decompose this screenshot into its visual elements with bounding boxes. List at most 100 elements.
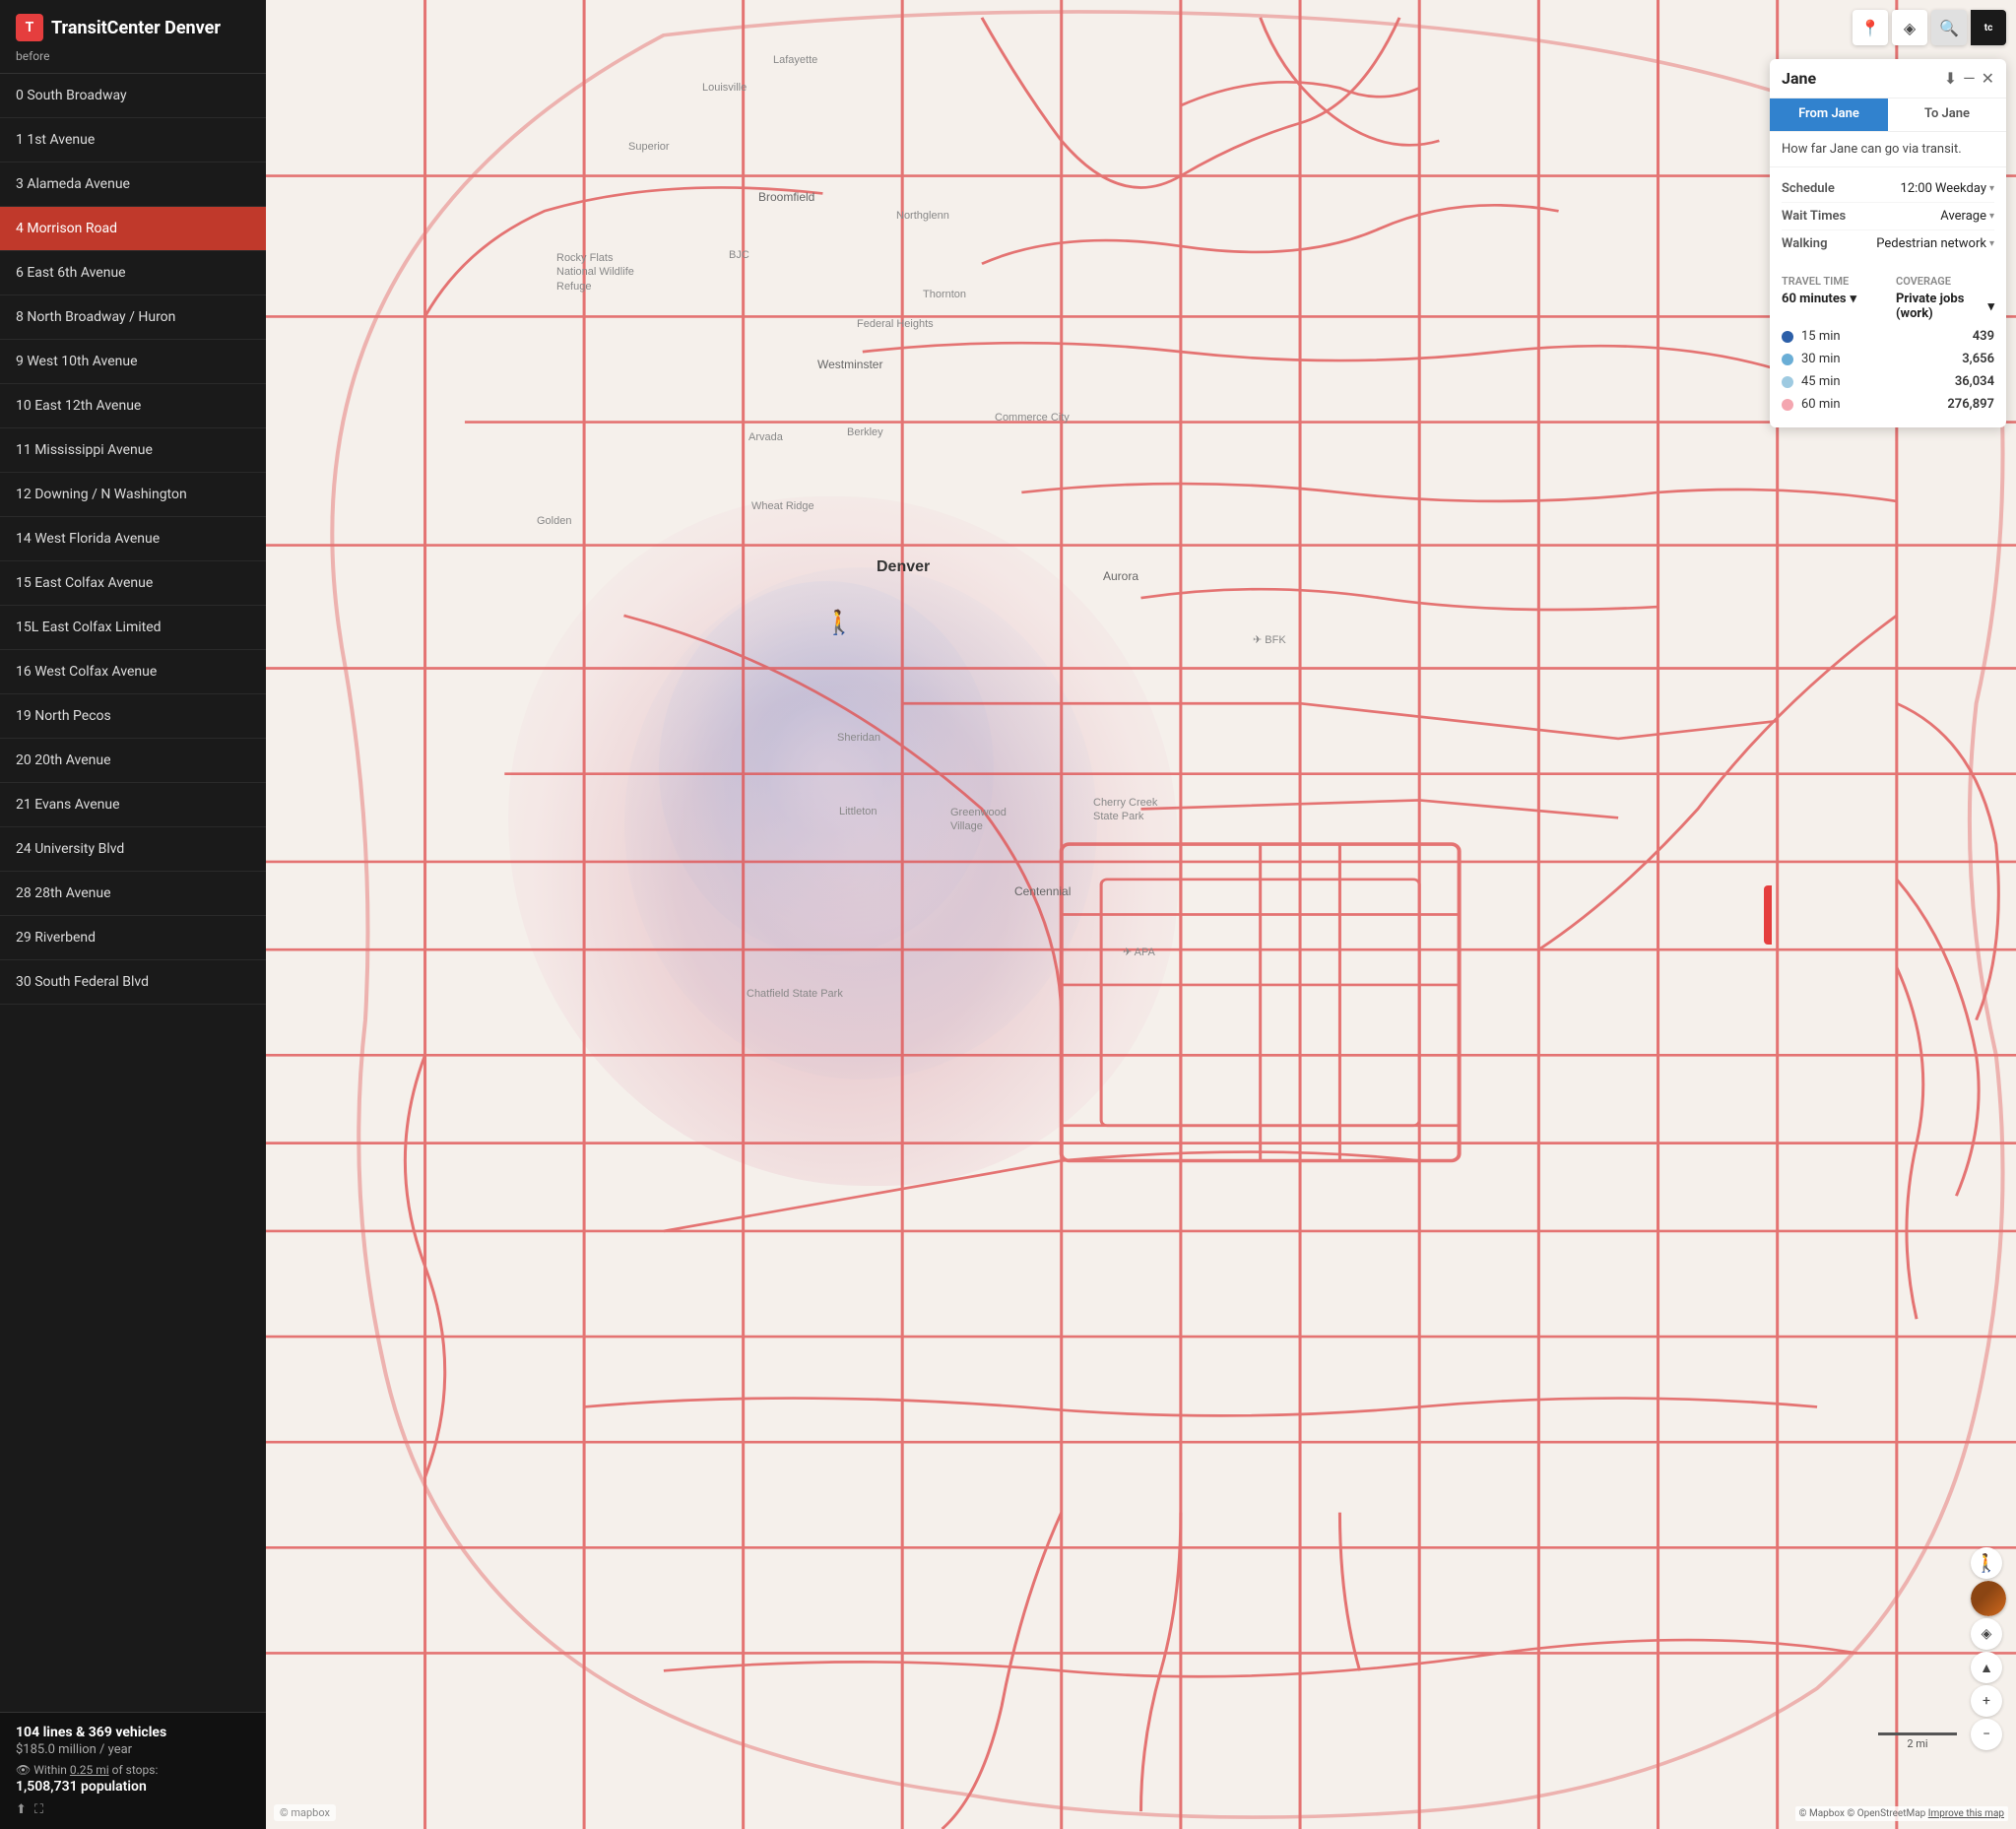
label-federal-heights: Federal Heights (857, 318, 934, 330)
label-commerce-city: Commerce City (995, 412, 1070, 424)
travel-time-value[interactable]: 60 minutes ▾ (1782, 292, 1880, 306)
scale-bar-text: 2 mi (1907, 1737, 1927, 1750)
download-icon[interactable]: ⬇ (1944, 69, 1957, 88)
route-item-15[interactable]: 15 East Colfax Avenue (0, 561, 266, 606)
label-arvada: Arvada (748, 431, 783, 443)
iso-label: 45 min (1801, 374, 1947, 389)
route-item-21[interactable]: 21 Evans Avenue (0, 783, 266, 827)
label-superior: Superior (628, 141, 670, 153)
zoom-out-btn[interactable]: − (1971, 1719, 2002, 1750)
to-jane-tab[interactable]: To Jane (1888, 98, 2006, 131)
map-attribution: © Mapbox © OpenStreetMap Improve this ma… (1795, 1806, 2008, 1821)
expand-icon[interactable]: ⛶ (34, 1802, 43, 1817)
label-broomfield: Broomfield (758, 190, 814, 204)
label-chatfield: Chatfield State Park (747, 988, 843, 1000)
location-btn[interactable]: 📍 (1853, 10, 1888, 45)
jane-header-actions: ⬇ — ✕ (1944, 69, 1994, 88)
person-marker: 🚶 (824, 609, 854, 636)
route-item-6[interactable]: 6 East 6th Avenue (0, 251, 266, 295)
label-northglenn: Northglenn (896, 210, 949, 222)
isochrone-row-45min: 45 min 36,034 (1782, 370, 1994, 393)
isochrone-30-overlay (624, 567, 1097, 1079)
from-jane-tab[interactable]: From Jane (1770, 98, 1888, 131)
isochrone-row-15min: 15 min 439 (1782, 325, 1994, 348)
schedule-label: Schedule (1782, 181, 1835, 196)
route-item-11[interactable]: 11 Mississippi Avenue (0, 428, 266, 473)
walking-row: Walking Pedestrian network ▾ (1782, 230, 1994, 257)
route-item-15L[interactable]: 15L East Colfax Limited (0, 606, 266, 650)
route-item-0[interactable]: 0 South Broadway (0, 74, 266, 118)
coverage-value[interactable]: Private jobs (work) ▾ (1896, 292, 1994, 321)
iso-dot (1782, 331, 1793, 343)
map-area[interactable]: Lafayette Louisville Superior Broomfield… (266, 0, 2016, 1829)
app-logo: T TransitCenter Denver (16, 14, 250, 41)
schedule-value[interactable]: 12:00 Weekday ▾ (1901, 181, 1994, 196)
label-littleton: Littleton (839, 806, 878, 817)
close-icon[interactable]: ✕ (1982, 69, 1994, 88)
route-item-8[interactable]: 8 North Broadway / Huron (0, 295, 266, 340)
sidebar-header: T TransitCenter Denver before (0, 0, 266, 74)
label-bjc: BJC (729, 249, 749, 261)
route-item-1[interactable]: 1 1st Avenue (0, 118, 266, 163)
wait-times-label: Wait Times (1782, 209, 1846, 224)
wait-dropdown-arrow: ▾ (1989, 211, 1994, 222)
wait-times-row: Wait Times Average ▾ (1782, 203, 1994, 230)
jane-tabs: From Jane To Jane (1770, 98, 2006, 132)
within-label: 👁 Within 0.25 mi of stops: (16, 1763, 250, 1777)
person-nav-btn[interactable]: 🚶 (1971, 1547, 2002, 1579)
route-item-28[interactable]: 28 28th Avenue (0, 872, 266, 916)
compass-btn[interactable]: ▲ (1971, 1652, 2002, 1683)
coverage-col: COVERAGE Private jobs (work) ▾ (1896, 275, 1994, 321)
layers-nav-btn[interactable]: ◈ (1971, 1618, 2002, 1650)
route-item-16[interactable]: 16 West Colfax Avenue (0, 650, 266, 694)
sidebar-footer: 104 lines & 369 vehicles $185.0 million … (0, 1712, 266, 1829)
coverage-label: COVERAGE (1896, 275, 1994, 288)
label-apa: ✈ APA (1123, 946, 1155, 958)
jane-settings: Schedule 12:00 Weekday ▾ Wait Times Aver… (1770, 167, 2006, 265)
route-item-24[interactable]: 24 University Blvd (0, 827, 266, 872)
lines-vehicles: 104 lines & 369 vehicles (16, 1725, 250, 1740)
map-toolbar: 📍 ◈ 🔍 tc (1853, 10, 2006, 45)
map-nav: 🚶 ◈ ▲ + − (1971, 1547, 2006, 1750)
walking-dropdown-arrow: ▾ (1989, 238, 1994, 249)
tc-logo-btn[interactable]: tc (1971, 10, 2006, 45)
route-item-14[interactable]: 14 West Florida Avenue (0, 517, 266, 561)
iso-dot (1782, 399, 1793, 411)
coverage-arrow: ▾ (1987, 299, 1994, 314)
mapbox-logo: © mapbox (274, 1804, 336, 1821)
eye-icon: 👁 (16, 1763, 31, 1777)
label-sheridan: Sheridan (837, 732, 880, 744)
user-avatar[interactable] (1971, 1581, 2006, 1616)
isochrone-list: 15 min 439 30 min 3,656 45 min 36,034 60… (1770, 325, 2006, 427)
search-btn[interactable]: 🔍 (1931, 10, 1967, 45)
travel-time-label: TRAVEL TIME (1782, 275, 1880, 288)
jane-stats-header: TRAVEL TIME 60 minutes ▾ COVERAGE Privat… (1770, 265, 2006, 325)
route-item-12[interactable]: 12 Downing / N Washington (0, 473, 266, 517)
iso-value: 36,034 (1955, 374, 1994, 389)
route-item-10[interactable]: 10 East 12th Avenue (0, 384, 266, 428)
improve-map-link[interactable]: Improve this map (1928, 1808, 2004, 1819)
label-centennial: Centennial (1014, 884, 1071, 898)
route-item-9[interactable]: 9 West 10th Avenue (0, 340, 266, 384)
layers-btn[interactable]: ◈ (1892, 10, 1927, 45)
route-item-29[interactable]: 29 Riverbend (0, 916, 266, 960)
walking-value[interactable]: Pedestrian network ▾ (1876, 236, 1994, 251)
scale-bar-line (1878, 1732, 1957, 1735)
schedule-dropdown-arrow: ▾ (1989, 183, 1994, 194)
route-item-20[interactable]: 20 20th Avenue (0, 739, 266, 783)
route-item-30[interactable]: 30 South Federal Blvd (0, 960, 266, 1005)
label-denver: Denver (877, 558, 930, 576)
minimize-icon[interactable]: — (1963, 69, 1976, 88)
iso-value: 276,897 (1947, 397, 1994, 412)
zoom-in-btn[interactable]: + (1971, 1685, 2002, 1717)
distance-value: 0.25 mi (70, 1763, 109, 1777)
label-berkley: Berkley (847, 426, 883, 438)
panel-resize-handle[interactable] (1764, 885, 1772, 945)
route-item-3[interactable]: 3 Alameda Avenue (0, 163, 266, 207)
route-item-19[interactable]: 19 North Pecos (0, 694, 266, 739)
wait-times-value[interactable]: Average ▾ (1940, 209, 1994, 224)
iso-label: 60 min (1801, 397, 1939, 412)
avatar-image (1971, 1581, 2006, 1616)
upload-icon[interactable]: ⬆ (16, 1802, 27, 1817)
route-item-4[interactable]: 4 Morrison Road (0, 207, 266, 251)
